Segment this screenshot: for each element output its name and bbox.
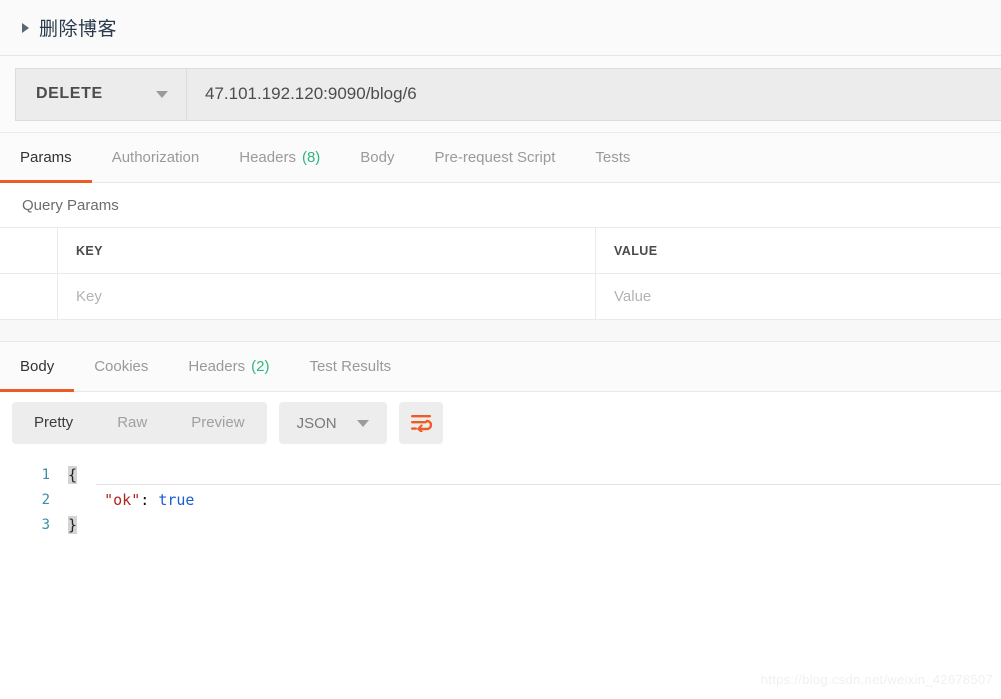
query-params-table: KEY VALUE Key Value xyxy=(0,227,1001,320)
column-header-key: KEY xyxy=(58,228,596,273)
url-bar: DELETE 47.101.192.120:9090/blog/6 xyxy=(15,67,1001,121)
tab-body-label: Body xyxy=(360,149,395,166)
code-line-number: 1 xyxy=(41,466,50,483)
request-tab-bar: Params Authorization Headers (8) Body Pr… xyxy=(0,133,1001,183)
url-bar-container: DELETE 47.101.192.120:9090/blog/6 xyxy=(0,56,1001,133)
tab-headers-label: Headers xyxy=(239,149,296,166)
word-wrap-button[interactable] xyxy=(398,402,443,444)
view-mode-raw[interactable]: Raw xyxy=(95,402,169,444)
response-toolbar: Pretty Raw Preview JSON xyxy=(0,392,1001,454)
table-row[interactable]: Key Value xyxy=(0,274,1001,320)
triangle-right-icon[interactable] xyxy=(22,22,29,33)
tab-headers-count: (8) xyxy=(301,149,321,166)
response-format-label: JSON xyxy=(296,414,337,432)
column-header-value: VALUE xyxy=(614,243,658,258)
response-tab-bar: Body Cookies Headers (2) Test Results xyxy=(0,342,1001,392)
tab-tests[interactable]: Tests xyxy=(575,133,650,182)
response-tab-test-results-label: Test Results xyxy=(309,358,392,375)
view-mode-pretty[interactable]: Pretty xyxy=(12,402,95,444)
json-open-brace: { xyxy=(68,465,78,484)
http-method-select[interactable]: DELETE xyxy=(16,68,187,120)
http-method-label: DELETE xyxy=(36,85,103,102)
tab-authorization[interactable]: Authorization xyxy=(92,133,220,182)
tab-tests-label: Tests xyxy=(595,149,631,166)
param-key-input[interactable]: Key xyxy=(58,274,596,319)
tab-params[interactable]: Params xyxy=(0,133,92,183)
response-tab-cookies-label: Cookies xyxy=(94,358,149,375)
json-close-brace: } xyxy=(68,515,78,534)
code-line-number: 3 xyxy=(41,516,50,533)
request-title-bar: 删除博客 xyxy=(0,0,1001,56)
view-mode-preview[interactable]: Preview xyxy=(169,402,266,444)
response-tab-headers-label: Headers xyxy=(188,358,246,375)
json-colon: : xyxy=(140,490,150,509)
watermark: https://blog.csdn.net/weixin_42678507 xyxy=(760,672,993,687)
tab-pre-request-script[interactable]: Pre-request Script xyxy=(415,133,576,182)
table-header-row: KEY VALUE xyxy=(0,227,1001,274)
code-line: 3 } xyxy=(0,512,1001,537)
query-params-label: Query Params xyxy=(0,183,1001,227)
code-line-separator xyxy=(96,484,1001,485)
code-line: 2 "ok": true xyxy=(0,487,1001,512)
json-key: "ok" xyxy=(104,490,141,509)
code-line-content: } xyxy=(68,515,78,534)
tab-pre-request-script-label: Pre-request Script xyxy=(434,149,556,166)
response-tab-headers[interactable]: Headers (2) xyxy=(168,342,289,391)
response-format-select[interactable]: JSON xyxy=(278,402,387,444)
response-tab-body[interactable]: Body xyxy=(0,342,75,392)
chevron-down-icon xyxy=(356,419,369,427)
tab-params-label: Params xyxy=(20,149,72,166)
code-line-number: 2 xyxy=(41,491,50,508)
row-checkbox-cell[interactable] xyxy=(0,274,58,319)
json-value: true xyxy=(158,490,195,509)
response-tab-headers-count: (2) xyxy=(251,358,270,375)
response-body-viewer[interactable]: 1 { 2 "ok": true 3 } xyxy=(0,454,1001,654)
view-mode-switch: Pretty Raw Preview xyxy=(12,402,267,444)
word-wrap-icon xyxy=(410,415,432,432)
code-line-content: "ok": true xyxy=(68,491,194,509)
tab-authorization-label: Authorization xyxy=(111,149,200,166)
section-divider xyxy=(0,320,1001,342)
page-title: 删除博客 xyxy=(39,18,118,40)
tab-body[interactable]: Body xyxy=(340,133,414,182)
table-gutter-cell xyxy=(0,228,58,273)
response-tab-cookies[interactable]: Cookies xyxy=(74,342,168,391)
url-input[interactable]: 47.101.192.120:9090/blog/6 xyxy=(187,68,1001,120)
response-tab-test-results[interactable]: Test Results xyxy=(289,342,411,391)
param-value-input[interactable]: Value xyxy=(596,274,1001,319)
chevron-down-icon xyxy=(156,90,168,98)
tab-headers[interactable]: Headers (8) xyxy=(219,133,340,182)
response-tab-body-label: Body xyxy=(20,358,55,375)
code-line-content: { xyxy=(68,465,78,484)
